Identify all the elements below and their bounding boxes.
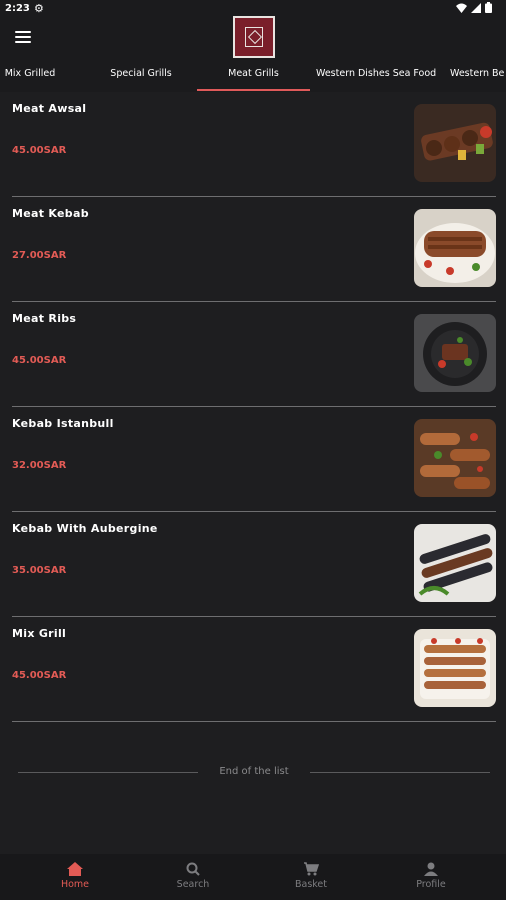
status-icons <box>456 2 492 13</box>
ribs-plate-photo[interactable] <box>414 314 496 392</box>
nav-label: Profile <box>416 879 446 890</box>
item-name: Mix Grill <box>12 627 67 640</box>
list-item[interactable]: Mix Grill 45.00SAR <box>12 617 496 722</box>
item-price: 45.00SAR <box>12 145 67 156</box>
divider-line <box>310 772 490 773</box>
item-name: Kebab With Aubergine <box>12 522 158 535</box>
nav-profile[interactable]: Profile <box>391 862 471 890</box>
tab-special-grills[interactable]: Special Grills <box>108 60 174 92</box>
nav-label: Home <box>60 879 90 890</box>
status-time: 2:23 <box>5 3 30 14</box>
home-icon <box>67 862 83 876</box>
wifi-icon <box>456 3 467 13</box>
item-price: 35.00SAR <box>12 565 67 576</box>
app-header <box>0 16 506 60</box>
restaurant-logo <box>233 16 275 58</box>
kebab-aubergine-photo[interactable] <box>414 524 496 602</box>
grilled-skewers-photo[interactable] <box>414 104 496 182</box>
menu-list: Meat Awsal 45.00SAR Meat Kebab 27.00SAR … <box>12 92 496 722</box>
item-price: 32.00SAR <box>12 460 67 471</box>
person-icon <box>424 862 438 876</box>
end-of-list-divider: End of the list <box>18 765 490 781</box>
nav-label: Search <box>176 879 210 890</box>
nav-basket[interactable]: Basket <box>271 862 351 890</box>
signal-icon <box>471 2 481 13</box>
item-price: 27.00SAR <box>12 250 67 261</box>
battery-icon <box>485 2 492 13</box>
list-item[interactable]: Meat Kebab 27.00SAR <box>12 197 496 302</box>
item-name: Meat Ribs <box>12 312 77 325</box>
cart-icon <box>304 862 319 876</box>
nav-label: Basket <box>294 879 328 890</box>
tab-western-dishes-sea-food[interactable]: Western Dishes Sea Food <box>316 60 436 92</box>
tab-meat-grills[interactable]: Meat Grills <box>197 60 310 92</box>
item-price: 45.00SAR <box>12 670 67 681</box>
item-name: Kebab Istanbull <box>12 417 114 430</box>
nav-search[interactable]: Search <box>153 862 233 890</box>
list-item[interactable]: Kebab With Aubergine 35.00SAR <box>12 512 496 617</box>
item-price: 45.00SAR <box>12 355 67 366</box>
nav-home[interactable]: Home <box>35 862 115 890</box>
item-name: Meat Awsal <box>12 102 87 115</box>
list-item[interactable]: Meat Ribs 45.00SAR <box>12 302 496 407</box>
search-icon <box>186 862 200 876</box>
item-name: Meat Kebab <box>12 207 89 220</box>
mix-grill-photo[interactable] <box>414 629 496 707</box>
kebab-plate-photo[interactable] <box>414 209 496 287</box>
bottom-nav: Home Search Basket Profile <box>0 854 506 900</box>
settings-gear-icon: ⚙ <box>34 2 44 15</box>
kebab-istanbul-photo[interactable] <box>414 419 496 497</box>
list-item[interactable]: Meat Awsal 45.00SAR <box>12 92 496 197</box>
hamburger-menu-icon[interactable] <box>15 31 31 43</box>
tab-western-be[interactable]: Western Be <box>450 60 506 92</box>
list-item[interactable]: Kebab Istanbull 32.00SAR <box>12 407 496 512</box>
category-tabs: Mix Grilled Special Grills Meat Grills W… <box>0 60 506 92</box>
tab-mix-grilled[interactable]: Mix Grilled <box>3 60 57 92</box>
